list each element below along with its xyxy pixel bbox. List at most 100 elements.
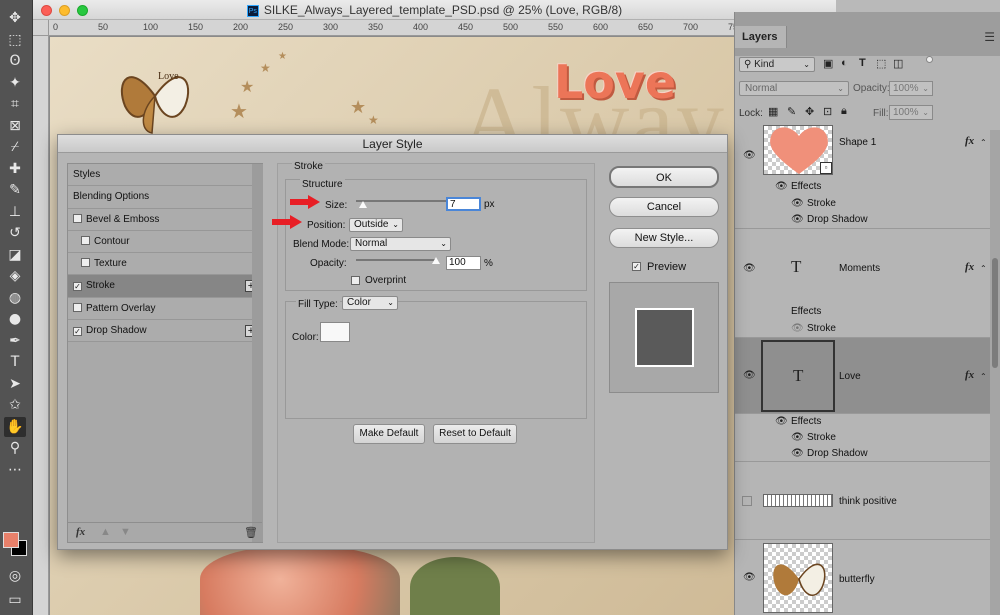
layer-row-think-positive[interactable]: think positive: [735, 462, 991, 540]
layer-name[interactable]: Moments: [839, 263, 880, 274]
collapse-effects-icon[interactable]: ⌃: [980, 264, 987, 273]
more-icon[interactable]: ⋯: [4, 460, 26, 480]
overprint-checkbox[interactable]: [351, 276, 360, 285]
collapse-effects-icon[interactable]: ⌃: [980, 138, 987, 147]
effects-visibility-icon[interactable]: 👁︎: [775, 416, 788, 427]
close-window-button[interactable]: [41, 5, 52, 16]
lasso-icon[interactable]: ʘ: [4, 51, 26, 71]
bucket-icon[interactable]: ◈: [4, 266, 26, 286]
marquee-icon[interactable]: ⬚: [4, 30, 26, 50]
visibility-toggle-hidden[interactable]: [742, 496, 752, 506]
type-icon[interactable]: T: [4, 352, 26, 372]
layer-blend-mode-select[interactable]: Normal ⌄: [739, 81, 849, 96]
effect-visibility-icon[interactable]: 👁︎: [791, 432, 804, 443]
stroke-color-swatch[interactable]: [320, 322, 350, 342]
layer-row-butterfly[interactable]: 👁︎ butterfly: [735, 540, 991, 615]
size-slider-track[interactable]: [356, 200, 456, 202]
cancel-button[interactable]: Cancel: [609, 197, 719, 217]
frame-icon[interactable]: ⊠: [4, 116, 26, 136]
visibility-eye-icon[interactable]: 👁︎: [743, 150, 756, 161]
zoom-icon[interactable]: ⚲: [4, 438, 26, 458]
quick-mask-icon[interactable]: ◎: [4, 566, 26, 586]
style-item-pattern-overlay[interactable]: Pattern Overlay: [68, 297, 262, 321]
new-style-button[interactable]: New Style...: [609, 228, 719, 248]
style-item-bevel-emboss[interactable]: Bevel & Emboss: [68, 208, 262, 231]
crop-icon[interactable]: ⌗: [4, 94, 26, 114]
magic-wand-icon[interactable]: ✦: [4, 73, 26, 93]
effect-visibility-icon[interactable]: 👁︎: [791, 198, 804, 209]
style-checkbox[interactable]: ✓: [73, 282, 82, 292]
layer-fill-field[interactable]: 100% ⌄: [889, 105, 933, 120]
horizontal-ruler[interactable]: 0 50 100 150 200 250 300 350 400 450 500 550 600 650 7…: [49, 20, 836, 36]
layer-filter-select[interactable]: ⚲ Kind ⌄: [739, 57, 815, 72]
history-brush-icon[interactable]: ↺: [4, 223, 26, 243]
layer-effects-fx-icon[interactable]: fx: [965, 261, 974, 273]
lock-pixels-icon[interactable]: ✎: [787, 105, 796, 118]
filter-toggle-icon[interactable]: [926, 56, 933, 63]
foreground-color-swatch[interactable]: [3, 532, 19, 548]
style-checkbox[interactable]: [73, 213, 82, 223]
effect-visibility-icon[interactable]: 👁︎: [791, 214, 804, 225]
style-checkbox[interactable]: [81, 235, 90, 245]
panel-menu-icon[interactable]: ☰: [984, 30, 995, 44]
adjustment-filter-icon[interactable]: ◐: [841, 57, 848, 69]
layer-row-love[interactable]: 👁︎ T Love fx ⌃: [735, 338, 991, 414]
shape-filter-icon[interactable]: ⬚: [876, 57, 886, 70]
style-item-contour[interactable]: Contour: [68, 230, 262, 254]
effect-drop-shadow[interactable]: Drop Shadow: [807, 214, 868, 225]
layer-name[interactable]: Love: [839, 371, 861, 382]
dodge-icon[interactable]: ●: [4, 309, 26, 329]
lock-artboard-icon[interactable]: ⊡: [823, 105, 832, 118]
layer-effects-fx-icon[interactable]: fx: [965, 135, 974, 147]
eyedropper-icon[interactable]: ⌿: [4, 137, 26, 157]
style-item-texture[interactable]: Texture: [68, 253, 262, 276]
effect-drop-shadow[interactable]: Drop Shadow: [807, 448, 868, 459]
visibility-eye-icon[interactable]: 👁︎: [743, 572, 756, 583]
layer-effects-fx-icon[interactable]: fx: [965, 369, 974, 381]
layer-row-moments[interactable]: 👁︎ T Moments fx ⌃ Effects 👁︎ Stroke: [735, 229, 991, 338]
screen-mode-icon[interactable]: ▭: [4, 590, 26, 610]
layers-scrollbar[interactable]: [990, 130, 1000, 615]
opacity-input[interactable]: 100: [446, 256, 481, 270]
delete-effect-icon[interactable]: 🗑︎: [244, 526, 258, 539]
brush-icon[interactable]: ✎: [4, 180, 26, 200]
effect-stroke[interactable]: Stroke: [807, 323, 836, 334]
lock-transparency-icon[interactable]: ▦: [768, 105, 778, 118]
tab-layers[interactable]: Layers: [735, 26, 787, 48]
position-select[interactable]: Outside ⌄: [349, 218, 403, 232]
style-item-blending-options[interactable]: Blending Options: [68, 186, 262, 209]
style-item-styles[interactable]: Styles: [68, 164, 262, 187]
size-slider-handle[interactable]: [359, 201, 367, 208]
layer-name[interactable]: butterfly: [839, 574, 875, 585]
effect-visibility-icon[interactable]: 👁︎: [791, 323, 804, 334]
effect-visibility-icon[interactable]: 👁︎: [791, 448, 804, 459]
make-default-button[interactable]: Make Default: [353, 424, 425, 444]
path-select-icon[interactable]: ➤: [4, 374, 26, 394]
move-down-icon[interactable]: ▼: [120, 526, 131, 538]
zoom-window-button[interactable]: [77, 5, 88, 16]
blur-icon[interactable]: ◍: [4, 288, 26, 308]
style-item-drop-shadow[interactable]: ✓ Drop Shadow +: [68, 320, 262, 343]
style-checkbox[interactable]: ✓: [73, 327, 82, 337]
layer-opacity-field[interactable]: 100% ⌄: [889, 81, 933, 96]
visibility-eye-icon[interactable]: 👁︎: [743, 370, 756, 381]
effect-stroke[interactable]: Stroke: [807, 198, 836, 209]
lock-all-icon[interactable]: 🔒︎: [841, 105, 847, 118]
image-filter-icon[interactable]: ▣: [823, 57, 833, 70]
effect-stroke[interactable]: Stroke: [807, 432, 836, 443]
smart-object-filter-icon[interactable]: ◫: [893, 57, 903, 70]
layers-scrollbar-thumb[interactable]: [992, 258, 998, 368]
pen-icon[interactable]: ✒: [4, 331, 26, 351]
styles-scrollbar[interactable]: [252, 164, 263, 542]
style-checkbox[interactable]: [81, 258, 90, 268]
opacity-slider-track[interactable]: [356, 259, 436, 261]
minimize-window-button[interactable]: [59, 5, 70, 16]
size-input[interactable]: 7: [446, 197, 481, 211]
move-up-icon[interactable]: ▲: [100, 526, 111, 538]
ruler-origin[interactable]: [33, 20, 49, 36]
hand-icon[interactable]: ✋: [4, 416, 26, 437]
blend-mode-select[interactable]: Normal ⌄: [350, 237, 451, 251]
style-checkbox[interactable]: [73, 302, 82, 312]
layer-row-shape-1[interactable]: 👁︎ ▫ Shape 1 fx ⌃ 👁︎ Effects 👁︎ Stroke 👁…: [735, 125, 991, 229]
effects-visibility-icon[interactable]: 👁︎: [775, 181, 788, 192]
